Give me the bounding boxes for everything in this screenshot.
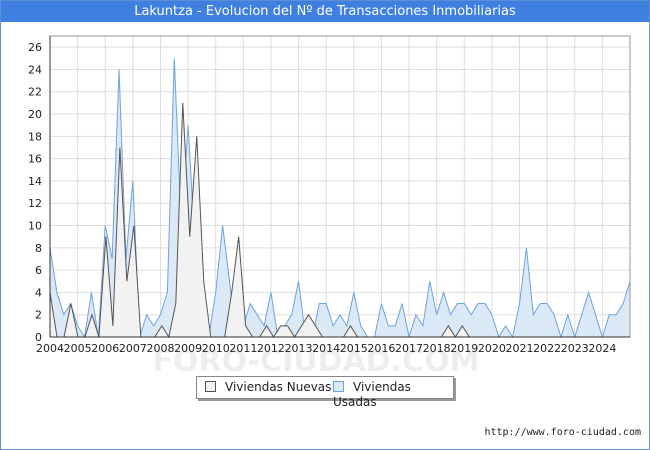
x-tick-label: 2006 [91, 342, 119, 355]
x-tick-label: 2023 [561, 342, 589, 355]
x-tick-label: 2022 [533, 342, 561, 355]
y-tick-labels: 02468101214161820222426 [28, 41, 42, 344]
y-tick-label: 16 [28, 153, 42, 166]
y-tick-label: 20 [28, 108, 42, 121]
y-tick-label: 12 [28, 197, 42, 210]
source-link[interactable]: http://www.foro-ciudad.com [484, 427, 641, 438]
legend-swatch-usadas [333, 381, 344, 392]
x-tick-label: 2021 [506, 342, 534, 355]
y-tick-label: 18 [28, 130, 42, 143]
x-tick-labels: 2004 2005 2006 2007 2008 2009 2010 2011 2012 2013… [36, 342, 616, 355]
x-tick-label: 2012 [257, 342, 285, 355]
legend-item-usadas: Viviendas Usadas [333, 380, 453, 409]
legend: Viviendas Nuevas Viviendas Usadas [196, 376, 454, 409]
x-tick-label: 2014 [312, 342, 340, 355]
x-tick-label: 2013 [285, 342, 313, 355]
y-tick-label: 24 [28, 63, 42, 76]
y-tick-label: 10 [28, 220, 42, 233]
x-tick-label: 2024 [588, 342, 616, 355]
x-tick-label: 2010 [202, 342, 230, 355]
x-tick-label: 2004 [36, 342, 64, 355]
legend-swatch-nuevas [205, 381, 216, 392]
x-tick-label: 2015 [340, 342, 368, 355]
x-tick-label: 2008 [146, 342, 174, 355]
x-tick-label: 2009 [174, 342, 202, 355]
y-tick-label: 8 [35, 242, 42, 255]
y-tick-label: 22 [28, 86, 42, 99]
legend-label-nuevas: Viviendas Nuevas [225, 380, 332, 394]
x-tick-label: 2005 [64, 342, 92, 355]
y-tick-label: 4 [35, 286, 42, 299]
x-tick-label: 2018 [423, 342, 451, 355]
x-tick-label: 2011 [229, 342, 257, 355]
legend-item-nuevas: Viviendas Nuevas [205, 380, 331, 395]
y-tick-label: 2 [35, 309, 42, 322]
x-tick-label: 2017 [395, 342, 423, 355]
x-tick-label: 2019 [450, 342, 478, 355]
y-tick-label: 26 [28, 41, 42, 54]
x-tick-label: 2007 [119, 342, 147, 355]
y-tick-label: 6 [35, 264, 42, 277]
x-tick-label: 2020 [478, 342, 506, 355]
y-tick-label: 14 [28, 175, 42, 188]
x-tick-label: 2016 [367, 342, 395, 355]
